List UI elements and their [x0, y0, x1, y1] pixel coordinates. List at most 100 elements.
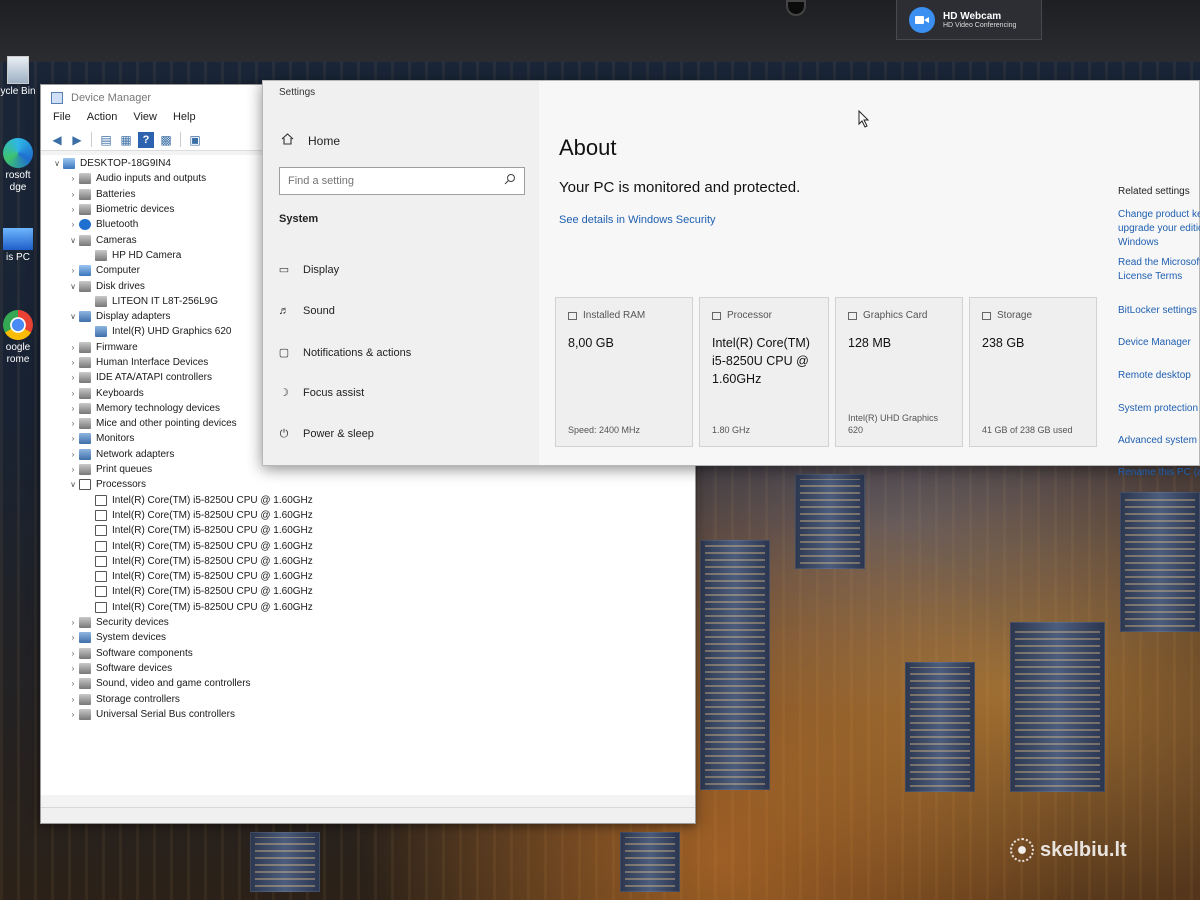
- gray-device-icon: [79, 418, 91, 430]
- tree-label: Print queues: [96, 464, 153, 476]
- settings-window[interactable]: Settings Home System ▭ Display ♬ Sound ▢…: [262, 80, 1200, 466]
- scan-hardware-icon[interactable]: ▣: [187, 132, 203, 148]
- nav-home[interactable]: Home: [281, 133, 340, 148]
- tree-device[interactable]: Intel(R) Core(TM) i5-8250U CPU @ 1.60GHz: [51, 523, 695, 538]
- menu-help[interactable]: Help: [173, 111, 196, 129]
- chevron-right-icon[interactable]: ›: [67, 174, 79, 183]
- forward-arrow-icon[interactable]: ▶: [69, 132, 85, 148]
- tree-label: Memory technology devices: [96, 402, 220, 414]
- tree-category[interactable]: › Storage controllers: [51, 691, 695, 706]
- chevron-down-icon[interactable]: ∨: [51, 159, 63, 168]
- menu-file[interactable]: File: [53, 111, 71, 129]
- search-box[interactable]: [279, 167, 525, 195]
- gray-device-icon: [79, 372, 91, 384]
- display-icon: ▭: [278, 264, 290, 276]
- menu-action[interactable]: Action: [87, 111, 118, 129]
- chevron-down-icon[interactable]: ∨: [67, 282, 79, 291]
- view-icon[interactable]: ▩: [158, 132, 174, 148]
- spec-card-footer: 41 GB of 238 GB used: [982, 425, 1073, 435]
- tree-label: LITEON IT L8T-256L9G: [112, 295, 218, 307]
- chevron-right-icon[interactable]: ›: [67, 450, 79, 459]
- tree-device[interactable]: Intel(R) Core(TM) i5-8250U CPU @ 1.60GHz: [51, 569, 695, 584]
- cpu-device-icon: [95, 555, 107, 567]
- nav-item-focus-assist[interactable]: ☽ Focus assist: [277, 387, 364, 399]
- chevron-right-icon[interactable]: ›: [67, 266, 79, 275]
- settings-nav-pane: Settings Home System ▭ Display ♬ Sound ▢…: [263, 81, 539, 465]
- properties-icon[interactable]: ▦: [118, 132, 134, 148]
- chevron-right-icon[interactable]: ›: [67, 679, 79, 688]
- related-link-remote-desktop[interactable]: Remote desktop: [1118, 369, 1191, 383]
- related-link-device-manager[interactable]: Device Manager: [1118, 336, 1191, 350]
- related-link-product-key[interactable]: Change product key or upgrade your editi…: [1118, 208, 1200, 250]
- chevron-right-icon[interactable]: ›: [67, 434, 79, 443]
- desktop-icon-chrome[interactable]: oogle rome: [0, 310, 38, 366]
- related-link-advanced-system[interactable]: Advanced system settings: [1118, 434, 1200, 448]
- show-hide-tree-icon[interactable]: ▤: [98, 132, 114, 148]
- tree-category[interactable]: › Software devices: [51, 661, 695, 676]
- webcam-title: HD Webcam: [943, 10, 1002, 22]
- chevron-right-icon[interactable]: ›: [67, 465, 79, 474]
- tree-device[interactable]: Intel(R) Core(TM) i5-8250U CPU @ 1.60GHz: [51, 493, 695, 508]
- chevron-right-icon[interactable]: ›: [67, 343, 79, 352]
- watermark: skelbiu.lt: [1010, 838, 1127, 862]
- chevron-down-icon[interactable]: ∨: [67, 480, 79, 489]
- notifications-icon: ▢: [278, 347, 290, 359]
- chevron-right-icon[interactable]: ›: [67, 358, 79, 367]
- tree-label: DESKTOP-18G9IN4: [80, 158, 171, 170]
- chevron-right-icon[interactable]: ›: [67, 190, 79, 199]
- desktop-icon-edge[interactable]: rosoft dge: [0, 138, 38, 194]
- chevron-right-icon[interactable]: ›: [67, 419, 79, 428]
- cpu-device-icon: [95, 525, 107, 537]
- gray-device-icon: [79, 402, 91, 414]
- chevron-right-icon[interactable]: ›: [67, 664, 79, 673]
- related-settings-heading: Related settings: [1118, 186, 1190, 197]
- related-link-system-protection[interactable]: System protection: [1118, 402, 1198, 416]
- windows-security-link[interactable]: See details in Windows Security: [559, 214, 716, 226]
- tree-device[interactable]: Intel(R) Core(TM) i5-8250U CPU @ 1.60GHz: [51, 584, 695, 599]
- tree-category[interactable]: › Universal Serial Bus controllers: [51, 707, 695, 722]
- desktop-icon-recycle-bin[interactable]: ycle Bin: [0, 56, 38, 98]
- chevron-right-icon[interactable]: ›: [67, 220, 79, 229]
- tree-device[interactable]: Intel(R) Core(TM) i5-8250U CPU @ 1.60GHz: [51, 508, 695, 523]
- nav-item-label: Sound: [303, 305, 335, 317]
- help-icon[interactable]: ?: [138, 132, 154, 148]
- back-arrow-icon[interactable]: ◀: [49, 132, 65, 148]
- tree-category[interactable]: › Software components: [51, 646, 695, 661]
- related-link-bitlocker[interactable]: BitLocker settings: [1118, 304, 1197, 318]
- related-link-rename-pc[interactable]: Rename this PC (advanced): [1118, 466, 1200, 480]
- tree-label: Intel(R) Core(TM) i5-8250U CPU @ 1.60GHz: [112, 509, 313, 521]
- nav-item-display[interactable]: ▭ Display: [277, 264, 339, 276]
- tree-category[interactable]: › Security devices: [51, 615, 695, 630]
- desktop-icon-this-pc[interactable]: is PC: [0, 228, 38, 264]
- nav-item-sound[interactable]: ♬ Sound: [277, 305, 335, 317]
- menu-view[interactable]: View: [133, 111, 157, 129]
- chevron-right-icon[interactable]: ›: [67, 633, 79, 642]
- gray-device-icon: [79, 204, 91, 216]
- ram-icon: [568, 311, 577, 320]
- chevron-right-icon[interactable]: ›: [67, 618, 79, 627]
- tree-device[interactable]: Intel(R) Core(TM) i5-8250U CPU @ 1.60GHz: [51, 600, 695, 615]
- search-input[interactable]: [288, 175, 488, 187]
- tree-device[interactable]: Intel(R) Core(TM) i5-8250U CPU @ 1.60GHz: [51, 554, 695, 569]
- nav-item-notifications[interactable]: ▢ Notifications & actions: [277, 347, 411, 359]
- nav-item-power-sleep[interactable]: ⏻ Power & sleep: [277, 428, 374, 440]
- chevron-right-icon[interactable]: ›: [67, 710, 79, 719]
- spec-card-footer: Speed: 2400 MHz: [568, 425, 641, 435]
- dev-device-icon: [95, 326, 107, 338]
- tree-label: IDE ATA/ATAPI controllers: [96, 372, 212, 384]
- chevron-right-icon[interactable]: ›: [67, 695, 79, 704]
- chevron-right-icon[interactable]: ›: [67, 649, 79, 658]
- tree-device[interactable]: Intel(R) Core(TM) i5-8250U CPU @ 1.60GHz: [51, 538, 695, 553]
- spec-card-label: Processor: [727, 310, 773, 321]
- chevron-right-icon[interactable]: ›: [67, 205, 79, 214]
- chevron-right-icon[interactable]: ›: [67, 404, 79, 413]
- chevron-down-icon[interactable]: ∨: [67, 312, 79, 321]
- focus-assist-icon: ☽: [279, 387, 289, 399]
- tree-category[interactable]: › Sound, video and game controllers: [51, 676, 695, 691]
- tree-category[interactable]: ∨ Processors: [51, 477, 695, 492]
- chevron-right-icon[interactable]: ›: [67, 389, 79, 398]
- tree-category[interactable]: › System devices: [51, 630, 695, 645]
- chevron-right-icon[interactable]: ›: [67, 373, 79, 382]
- related-link-license[interactable]: Read the Microsoft Software License Term…: [1118, 256, 1200, 284]
- chevron-down-icon[interactable]: ∨: [67, 236, 79, 245]
